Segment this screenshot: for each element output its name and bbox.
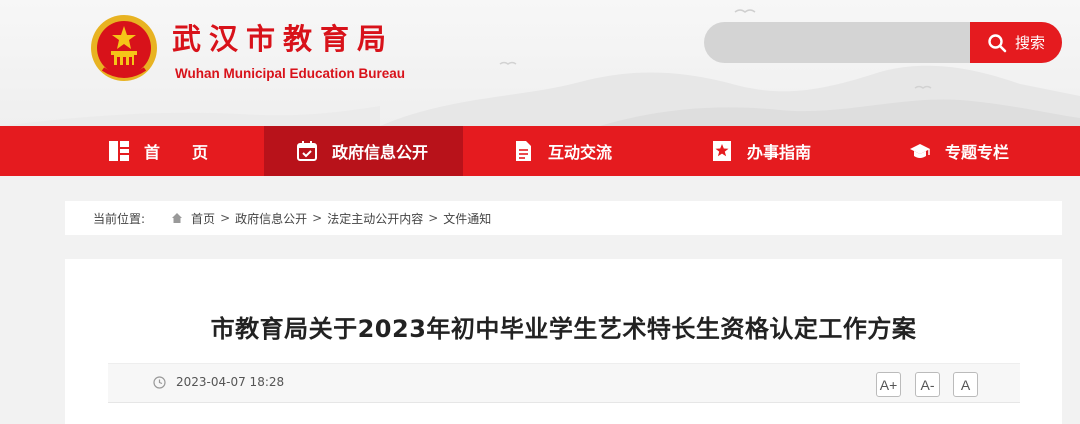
- mountain-background: [0, 9, 1080, 126]
- nav-item-gov-info[interactable]: 政府信息公开: [264, 126, 463, 176]
- breadcrumb-separator: >: [312, 211, 323, 225]
- nav-item-home[interactable]: 首 页: [108, 126, 208, 176]
- breadcrumb-label: 当前位置:: [93, 211, 146, 226]
- article-meta-bar: 2023-04-07 18:28 A+ A- A: [108, 363, 1020, 403]
- search-input[interactable]: [704, 22, 970, 63]
- site-subtitle: Wuhan Municipal Education Bureau: [175, 66, 406, 81]
- nav-item-label: 政府信息公开: [332, 143, 429, 162]
- nav-item-label: 互动交流: [548, 143, 613, 162]
- search-icon: [988, 33, 1007, 52]
- font-reset-button[interactable]: A: [953, 372, 978, 397]
- breadcrumb-item-home[interactable]: 首页: [191, 210, 215, 227]
- breadcrumb: 当前位置: 首页 > 政府信息公开 > 法定主动公开内容 > 文件通知: [65, 201, 1062, 235]
- article-date-text: 2023-04-07 18:28: [176, 375, 285, 389]
- search-bar: 搜索: [704, 22, 1062, 63]
- nav-item-label: 办事指南: [747, 143, 812, 162]
- bookmark-star-icon: [713, 141, 731, 161]
- clock-icon: [153, 375, 166, 389]
- site-title: 武汉市教育局: [172, 22, 395, 56]
- home-grid-icon: [109, 141, 129, 161]
- graduation-cap-icon: [910, 144, 930, 158]
- article-panel: 市教育局关于2023年初中毕业学生艺术特长生资格认定工作方案 2023-04-0…: [65, 259, 1062, 424]
- nav-item-label: 首 页: [144, 143, 209, 162]
- breadcrumb-item-gov-info[interactable]: 政府信息公开: [235, 210, 307, 227]
- search-button[interactable]: 搜索: [970, 22, 1062, 63]
- font-reset-label: A: [960, 376, 971, 393]
- search-button-label: 搜索: [1014, 34, 1045, 52]
- font-increase-label: A+: [879, 376, 898, 393]
- font-decrease-label: A-: [920, 376, 935, 393]
- article-title: 市教育局关于2023年初中毕业学生艺术特长生资格认定工作方案: [210, 315, 917, 343]
- breadcrumb-item-notices[interactable]: 文件通知: [443, 210, 491, 227]
- nav-item-guide[interactable]: 办事指南: [711, 126, 811, 176]
- site-header: 武汉市教育局 Wuhan Municipal Education Bureau …: [0, 0, 1080, 126]
- breadcrumb-item-statutory[interactable]: 法定主动公开内容: [327, 210, 423, 227]
- article-date: 2023-04-07 18:28: [153, 375, 284, 389]
- font-decrease-button[interactable]: A-: [915, 372, 940, 397]
- national-emblem-icon: [91, 15, 157, 81]
- home-icon: [172, 213, 183, 223]
- calendar-check-icon: [297, 141, 317, 161]
- breadcrumb-separator: >: [220, 211, 231, 225]
- nav-item-label: 专题专栏: [945, 143, 1010, 162]
- document-icon: [516, 141, 531, 161]
- font-increase-button[interactable]: A+: [876, 372, 901, 397]
- nav-item-special[interactable]: 专题专栏: [909, 126, 1009, 176]
- nav-item-interaction[interactable]: 互动交流: [512, 126, 612, 176]
- breadcrumb-separator: >: [428, 211, 439, 225]
- main-nav: 首 页 政府信息公开 互动交流 办事指南 专题专栏: [0, 126, 1080, 176]
